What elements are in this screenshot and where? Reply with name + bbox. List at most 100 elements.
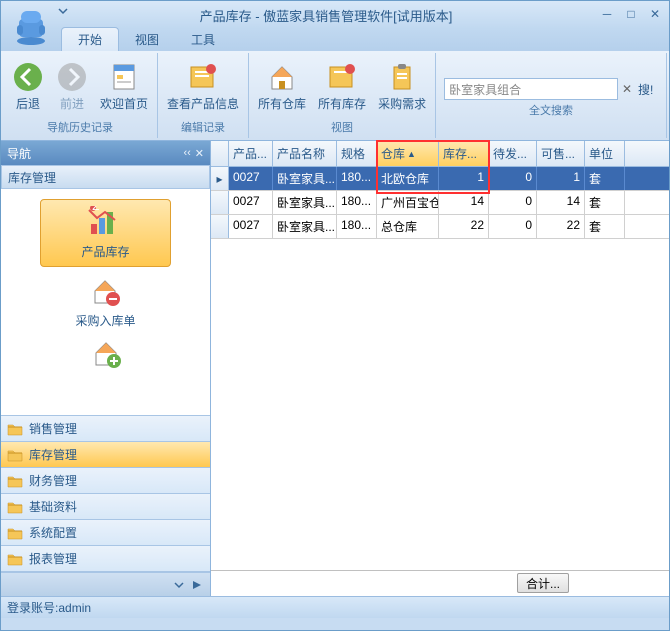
sum-button[interactable]: 合计... xyxy=(517,573,569,593)
nav-content: Σ 产品库存 采购入库单 xyxy=(1,189,210,415)
row-indicator xyxy=(211,191,229,214)
row-indicator: ▸ xyxy=(211,167,229,190)
nav-item[interactable]: 报表管理 xyxy=(1,546,210,572)
close-button[interactable]: ✕ xyxy=(645,7,665,23)
column-header[interactable]: 可售... xyxy=(537,141,585,166)
status-account: admin xyxy=(58,601,91,615)
column-header[interactable]: 规格 xyxy=(337,141,377,166)
main-area: 导航 ‹‹ ✕ 库存管理 Σ 产品库存 采购入库单 销售管理库存管理财务管理基础… xyxy=(1,141,669,596)
nav-item-label: 销售管理 xyxy=(29,420,77,437)
column-header[interactable]: 仓库▲ xyxy=(377,141,439,166)
purchase-demand-button[interactable]: 采购需求 xyxy=(373,58,431,115)
tab-tools[interactable]: 工具 xyxy=(175,28,231,51)
table-cell: 套 xyxy=(585,215,625,238)
svg-text:Σ: Σ xyxy=(92,206,99,213)
column-header[interactable]: 库存... xyxy=(439,141,489,166)
grid-footer: 合计... xyxy=(211,570,669,596)
qa-dropdown-icon[interactable] xyxy=(56,4,70,18)
nav-close-icon[interactable]: ✕ xyxy=(195,147,204,160)
ribbon-group-search: ✕ 搜! 全文搜索 xyxy=(436,53,667,138)
all-warehouse-button[interactable]: 所有仓库 xyxy=(253,58,311,115)
forward-button[interactable]: 前进 xyxy=(51,58,93,115)
stock-chart-icon: Σ xyxy=(87,206,123,238)
row-indicator-header xyxy=(211,141,229,166)
nav-big-purchase-in[interactable]: 采购入库单 xyxy=(75,275,135,329)
window-controls: ─ □ ✕ xyxy=(597,7,665,23)
table-cell: 套 xyxy=(585,191,625,214)
house-minus-icon xyxy=(87,275,123,307)
maximize-button[interactable]: □ xyxy=(621,7,641,23)
table-cell: 14 xyxy=(537,191,585,214)
nav-item[interactable]: 基础资料 xyxy=(1,494,210,520)
table-cell: 180... xyxy=(337,215,377,238)
folder-icon xyxy=(7,422,23,436)
table-cell: 卧室家具... xyxy=(273,191,337,214)
column-header[interactable]: 产品名称 xyxy=(273,141,337,166)
table-row[interactable]: 0027卧室家具...180...广州百宝仓14014套 xyxy=(211,191,669,215)
ribbon-group-history: 后退 前进 欢迎首页 导航历史记录 xyxy=(3,53,158,138)
table-cell: 卧室家具... xyxy=(273,167,337,190)
table-cell: 0 xyxy=(489,167,537,190)
stock-icon xyxy=(326,61,358,93)
table-cell: 0 xyxy=(489,191,537,214)
clipboard-icon xyxy=(386,61,418,93)
product-info-button[interactable]: 查看产品信息 xyxy=(162,58,244,115)
nav-item[interactable]: 库存管理 xyxy=(1,442,210,468)
nav-big-add[interactable] xyxy=(88,337,124,372)
folder-icon xyxy=(7,474,23,488)
minimize-button[interactable]: ─ xyxy=(597,7,617,23)
folder-icon xyxy=(7,526,23,540)
folder-icon xyxy=(7,552,23,566)
column-header[interactable]: 待发... xyxy=(489,141,537,166)
all-stock-button[interactable]: 所有库存 xyxy=(313,58,371,115)
column-header[interactable]: 单位 xyxy=(585,141,625,166)
table-cell: 0027 xyxy=(229,167,273,190)
back-icon xyxy=(12,61,44,93)
nav-chevron-icon[interactable] xyxy=(190,578,204,592)
ribbon-tabs: 开始 视图 工具 xyxy=(1,29,669,51)
nav-collapse-icon[interactable]: ‹‹ xyxy=(183,147,190,160)
table-cell: 22 xyxy=(439,215,489,238)
table-row[interactable]: 0027卧室家具...180...总仓库22022套 xyxy=(211,215,669,239)
sort-asc-icon: ▲ xyxy=(407,149,416,159)
table-cell: 卧室家具... xyxy=(273,215,337,238)
nav-item-label: 财务管理 xyxy=(29,472,77,489)
table-cell: 0 xyxy=(489,215,537,238)
nav-item-label: 库存管理 xyxy=(29,446,77,463)
nav-config-icon[interactable] xyxy=(172,578,186,592)
nav-item[interactable]: 系统配置 xyxy=(1,520,210,546)
table-cell: 0027 xyxy=(229,191,273,214)
table-cell: 北欧仓库 xyxy=(377,167,439,190)
folder-icon xyxy=(7,448,23,462)
search-input[interactable] xyxy=(444,78,618,100)
ribbon-group-edit: 查看产品信息 编辑记录 xyxy=(158,53,249,138)
back-button[interactable]: 后退 xyxy=(7,58,49,115)
table-cell: 套 xyxy=(585,167,625,190)
ribbon: 后退 前进 欢迎首页 导航历史记录 查看产品信息 编辑记录 所有仓库 xyxy=(1,51,669,141)
nav-big-stock[interactable]: Σ 产品库存 xyxy=(40,199,170,267)
welcome-button[interactable]: 欢迎首页 xyxy=(95,58,153,115)
folder-icon xyxy=(7,500,23,514)
column-header[interactable]: 产品... xyxy=(229,141,273,166)
table-cell: 1 xyxy=(537,167,585,190)
titlebar: 产品库存 - 傲蓝家具销售管理软件[试用版本] ─ □ ✕ xyxy=(1,1,669,29)
search-button[interactable]: 搜! xyxy=(638,81,662,98)
nav-section-header[interactable]: 库存管理 xyxy=(1,165,210,189)
table-cell: 14 xyxy=(439,191,489,214)
warehouse-icon xyxy=(266,61,298,93)
tab-view[interactable]: 视图 xyxy=(119,28,175,51)
nav-panel: 导航 ‹‹ ✕ 库存管理 Σ 产品库存 采购入库单 销售管理库存管理财务管理基础… xyxy=(1,141,211,596)
table-row[interactable]: ▸0027卧室家具...180...北欧仓库101套 xyxy=(211,167,669,191)
nav-header: 导航 ‹‹ ✕ xyxy=(1,141,210,165)
nav-item[interactable]: 销售管理 xyxy=(1,416,210,442)
search-clear-icon[interactable]: ✕ xyxy=(622,82,638,96)
tab-home[interactable]: 开始 xyxy=(61,27,119,51)
grid-header: 产品...产品名称规格仓库▲库存...待发...可售...单位 xyxy=(211,141,669,167)
table-cell: 0027 xyxy=(229,215,273,238)
ribbon-group-view: 所有仓库 所有库存 采购需求 视图 xyxy=(249,53,436,138)
table-cell: 180... xyxy=(337,167,377,190)
nav-item-label: 基础资料 xyxy=(29,498,77,515)
table-cell: 22 xyxy=(537,215,585,238)
grid-body[interactable]: ▸0027卧室家具...180...北欧仓库101套0027卧室家具...180… xyxy=(211,167,669,570)
nav-item[interactable]: 财务管理 xyxy=(1,468,210,494)
